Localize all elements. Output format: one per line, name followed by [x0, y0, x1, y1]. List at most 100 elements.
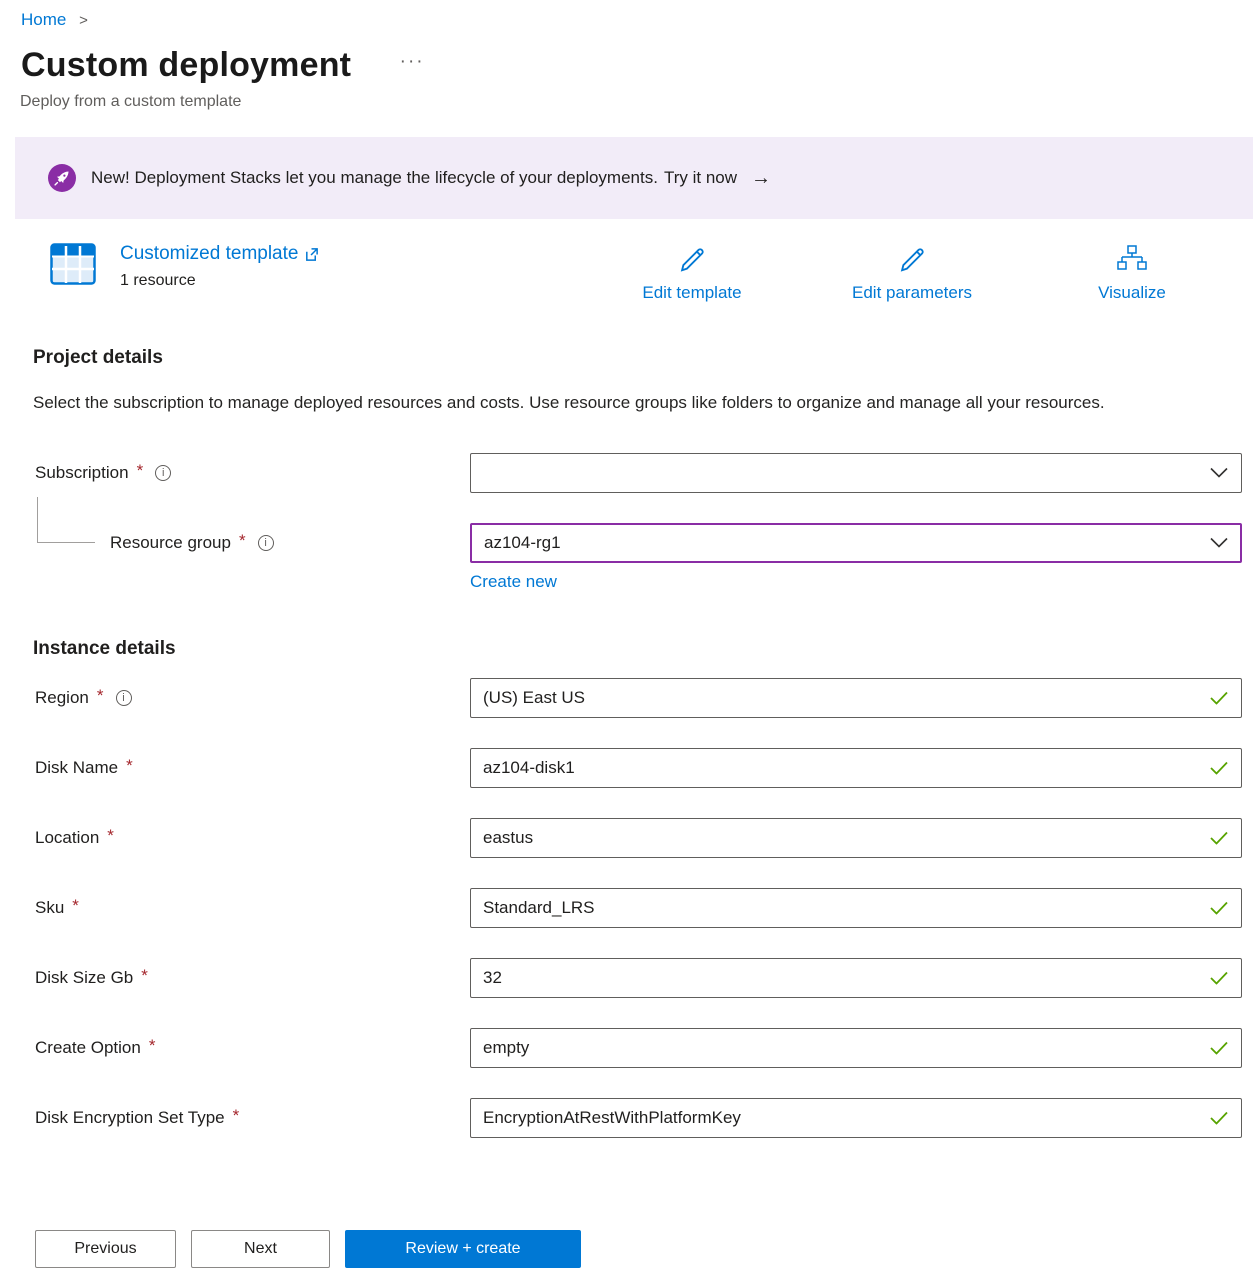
subscription-row: Subscription * i: [35, 453, 1242, 493]
info-icon[interactable]: i: [116, 690, 132, 706]
edit-template-label: Edit template: [642, 283, 741, 303]
disk-encryption-input[interactable]: EncryptionAtRestWithPlatformKey: [470, 1098, 1242, 1138]
template-actions: Edit template Edit parameters Visualize: [582, 243, 1242, 303]
region-label: Region: [35, 688, 89, 708]
customized-template-link[interactable]: Customized template: [120, 243, 319, 265]
region-input-col: (US) East US: [470, 678, 1242, 718]
info-icon[interactable]: i: [155, 465, 171, 481]
required-marker: *: [239, 531, 246, 551]
disk-size-label: Disk Size Gb: [35, 968, 133, 988]
subscription-input-col: [470, 453, 1242, 493]
tree-connector: [37, 497, 95, 543]
chevron-down-icon: [1210, 538, 1228, 549]
instance-details-heading: Instance details: [33, 638, 1253, 660]
next-button[interactable]: Next: [191, 1230, 330, 1268]
visualize-icon: [1115, 243, 1149, 277]
create-option-input[interactable]: empty: [470, 1028, 1242, 1068]
disk-size-row: Disk Size Gb * 32: [35, 958, 1242, 998]
template-info: Customized template 1 resource: [120, 243, 319, 290]
create-option-label: Create Option: [35, 1038, 141, 1058]
location-label-group: Location *: [35, 828, 470, 848]
disk-encryption-label-group: Disk Encryption Set Type *: [35, 1108, 470, 1128]
valid-check-icon: [1210, 832, 1228, 845]
disk-encryption-label: Disk Encryption Set Type: [35, 1108, 225, 1128]
info-icon[interactable]: i: [258, 535, 274, 551]
deployment-stacks-banner: New! Deployment Stacks let you manage th…: [15, 137, 1253, 219]
disk-name-label: Disk Name: [35, 758, 118, 778]
required-marker: *: [141, 966, 148, 986]
valid-check-icon: [1210, 762, 1228, 775]
valid-check-icon: [1210, 902, 1228, 915]
project-details-heading: Project details: [33, 347, 1253, 369]
required-marker: *: [107, 826, 114, 846]
breadcrumb-separator-icon: >: [79, 12, 88, 29]
banner-message: New! Deployment Stacks let you manage th…: [91, 168, 658, 188]
pencil-icon: [675, 243, 709, 277]
sku-label: Sku: [35, 898, 64, 918]
page-title: Custom deployment: [21, 46, 351, 84]
location-label: Location: [35, 828, 99, 848]
resource-group-row: Resource group * i az104-rg1: [35, 523, 1242, 563]
required-marker: *: [149, 1036, 156, 1056]
resource-group-label: Resource group: [110, 533, 231, 553]
create-new-link[interactable]: Create new: [470, 572, 557, 592]
valid-check-icon: [1210, 1042, 1228, 1055]
sku-row: Sku * Standard_LRS: [35, 888, 1242, 928]
custom-deployment-page: Home > Custom deployment ··· Deploy from…: [0, 0, 1253, 1280]
visualize-label: Visualize: [1098, 283, 1166, 303]
edit-template-button[interactable]: Edit template: [582, 243, 802, 303]
template-name: Customized template: [120, 243, 298, 265]
banner-try-it-now-link[interactable]: Try it now: [664, 168, 737, 188]
disk-encryption-set-type-row: Disk Encryption Set Type * EncryptionAtR…: [35, 1098, 1242, 1138]
create-option-input-col: empty: [470, 1028, 1242, 1068]
disk-size-label-group: Disk Size Gb *: [35, 968, 470, 988]
page-header: Custom deployment ···: [21, 46, 1253, 85]
region-input[interactable]: (US) East US: [470, 678, 1242, 718]
create-option-label-group: Create Option *: [35, 1038, 470, 1058]
create-option-row: Create Option * empty: [35, 1028, 1242, 1068]
visualize-button[interactable]: Visualize: [1022, 243, 1242, 303]
disk-name-label-group: Disk Name *: [35, 758, 470, 778]
resource-count: 1 resource: [120, 272, 319, 290]
arrow-right-icon[interactable]: →: [751, 167, 771, 190]
resource-group-dropdown[interactable]: az104-rg1: [470, 523, 1242, 563]
valid-check-icon: [1210, 692, 1228, 705]
edit-parameters-button[interactable]: Edit parameters: [802, 243, 1022, 303]
sku-input-col: Standard_LRS: [470, 888, 1242, 928]
breadcrumb-home-link[interactable]: Home: [21, 10, 66, 29]
resource-group-input-col: az104-rg1: [470, 523, 1242, 563]
project-details-description: Select the subscription to manage deploy…: [33, 387, 1183, 418]
disk-name-input[interactable]: az104-disk1: [470, 748, 1242, 788]
disk-name-input-col: az104-disk1: [470, 748, 1242, 788]
breadcrumb: Home >: [21, 10, 1253, 30]
required-marker: *: [233, 1106, 240, 1126]
pencil-icon: [895, 243, 929, 277]
required-marker: *: [97, 686, 104, 706]
sku-label-group: Sku *: [35, 898, 470, 918]
disk-name-row: Disk Name * az104-disk1: [35, 748, 1242, 788]
location-input[interactable]: eastus: [470, 818, 1242, 858]
more-menu-button[interactable]: ···: [400, 51, 425, 73]
page-subtitle: Deploy from a custom template: [20, 93, 1253, 111]
required-marker: *: [137, 461, 144, 481]
rocket-icon: [48, 164, 76, 192]
disk-encryption-input-col: EncryptionAtRestWithPlatformKey: [470, 1098, 1242, 1138]
template-table-icon: [50, 243, 96, 290]
review-create-button[interactable]: Review + create: [345, 1230, 581, 1268]
template-summary: Customized template 1 resource Edit temp…: [50, 243, 1242, 303]
external-link-icon: [304, 247, 319, 262]
resource-group-label-group: Resource group * i: [35, 533, 470, 553]
valid-check-icon: [1210, 972, 1228, 985]
location-input-col: eastus: [470, 818, 1242, 858]
sku-input[interactable]: Standard_LRS: [470, 888, 1242, 928]
region-label-group: Region * i: [35, 688, 470, 708]
wizard-footer: Previous Next Review + create: [0, 1218, 1253, 1280]
disk-size-input[interactable]: 32: [470, 958, 1242, 998]
region-row: Region * i (US) East US: [35, 678, 1242, 718]
subscription-dropdown[interactable]: [470, 453, 1242, 493]
location-row: Location * eastus: [35, 818, 1242, 858]
required-marker: *: [126, 756, 133, 776]
subscription-label-group: Subscription * i: [35, 463, 470, 483]
previous-button[interactable]: Previous: [35, 1230, 176, 1268]
edit-parameters-label: Edit parameters: [852, 283, 972, 303]
